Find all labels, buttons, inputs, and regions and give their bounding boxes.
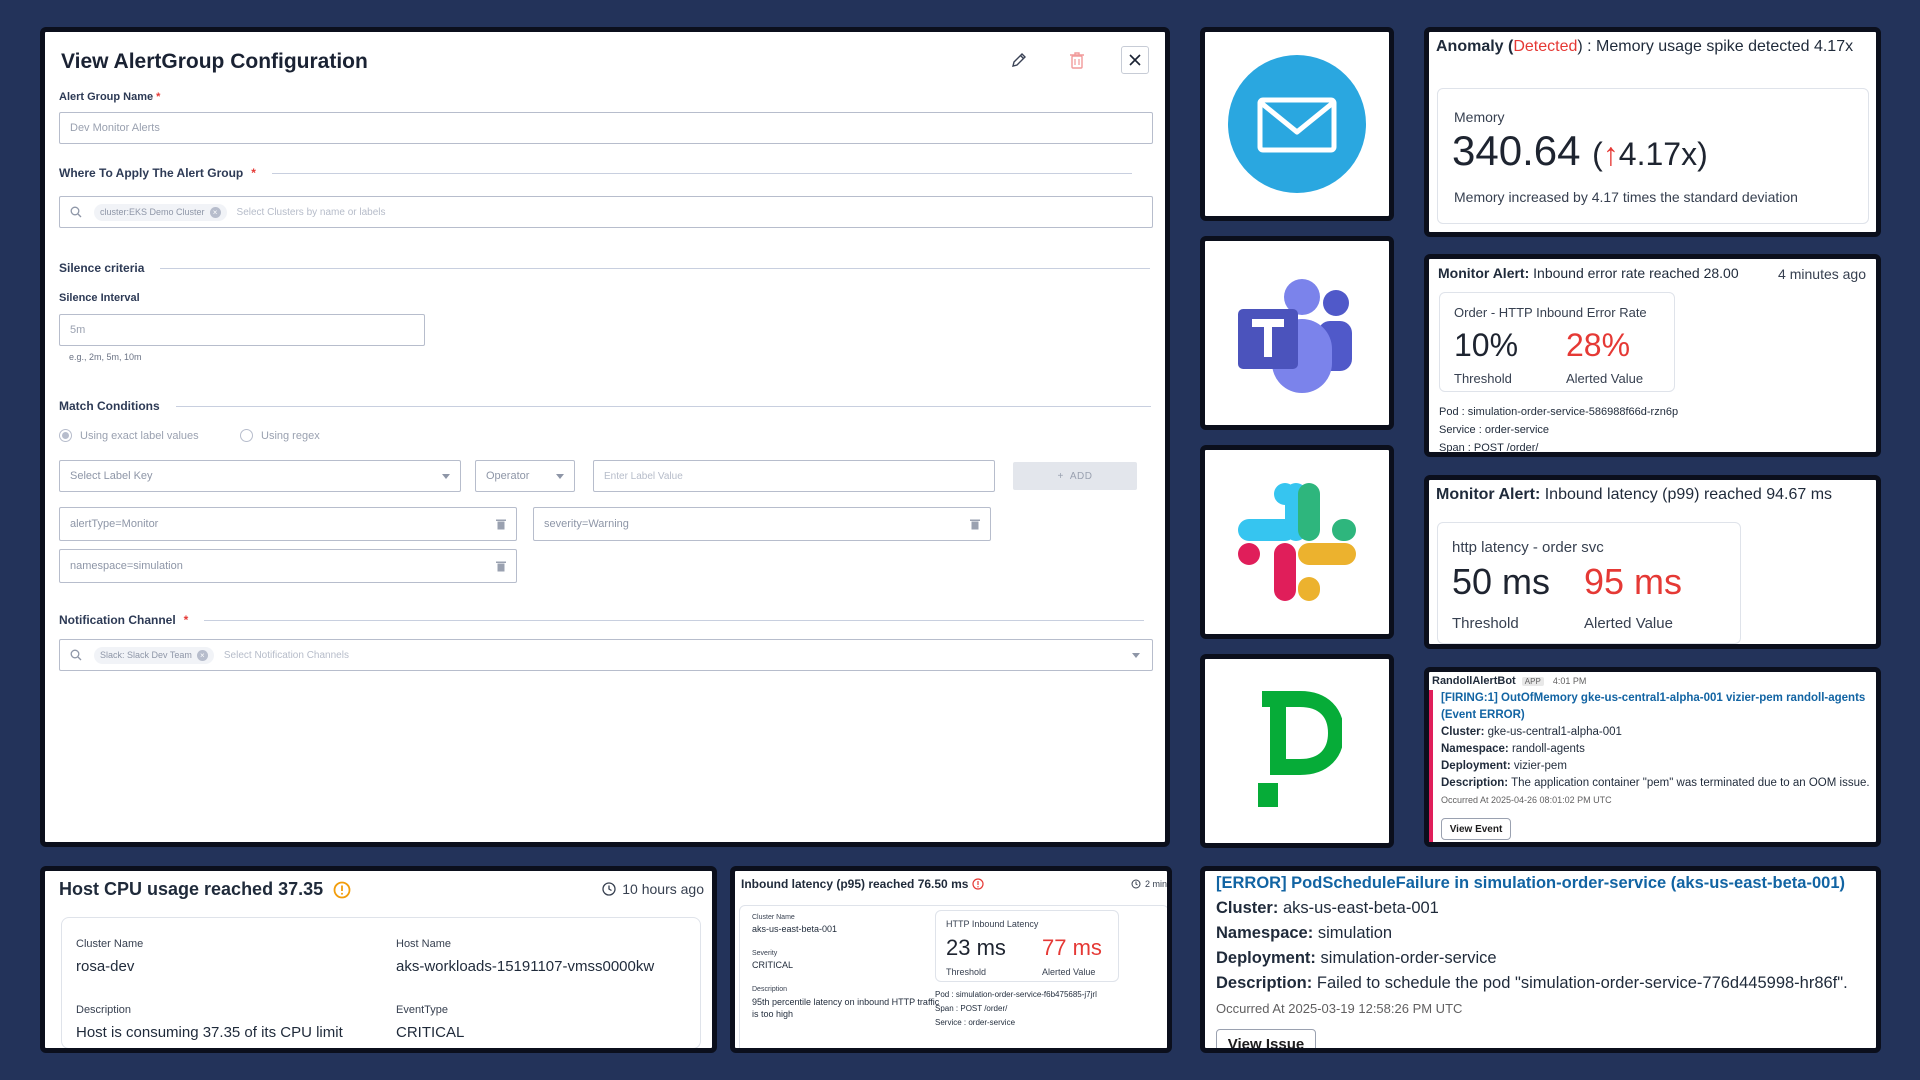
message-header: RandollAlertBot APP 4:01 PM (1432, 675, 1587, 687)
alertgroup-config-panel: View AlertGroup Configuration Alert Grou… (40, 27, 1170, 847)
cluster-chip[interactable]: cluster:EKS Demo Cluster × (94, 203, 227, 221)
anomaly-title: Anomaly (Detected) : Memory usage spike … (1436, 38, 1854, 55)
arrow-up-icon: ↑ (1602, 136, 1619, 172)
close-icon (1129, 54, 1141, 66)
condition-chip: alertType=Monitor (59, 507, 517, 541)
alert-title: Monitor Alert: Inbound latency (p99) rea… (1436, 486, 1833, 503)
latency95-details-box: Cluster Name aks-us-east-beta-001 Severi… (739, 905, 1167, 1048)
panel-actions (1005, 46, 1149, 74)
alert-title: Inbound latency (p95) reached 76.50 ms (741, 877, 985, 891)
alert-link[interactable]: [ERROR] PodScheduleFailure in simulation… (1216, 871, 1876, 896)
metric-description: Memory increased by 4.17 times the stand… (1454, 189, 1798, 205)
latency95-metric-box: HTTP Inbound Latency 23 ms 77 ms Thresho… (935, 910, 1119, 982)
metric-name: Memory (1454, 109, 1505, 125)
cluster-select[interactable]: cluster:EKS Demo Cluster × Select Cluster… (59, 196, 1153, 228)
alert-link[interactable]: [FIRING:1] OutOfMemory gke-us-central1-a… (1441, 690, 1876, 724)
email-icon (1228, 55, 1366, 193)
slack-icon (1238, 483, 1356, 601)
silence-interval-label: Silence Interval (59, 292, 140, 304)
alert-group-name-input[interactable]: Dev Monitor Alerts (59, 112, 1153, 144)
silence-hint: e.g., 2m, 5m, 10m (69, 352, 142, 362)
notification-channel-section: Notification Channel * (59, 613, 1145, 627)
chevron-down-icon (1132, 652, 1140, 658)
anomaly-metric-box: Memory 340.64 (↑4.17x) Memory increased … (1437, 88, 1869, 224)
latency-p95-alert-card: Inbound latency (p95) reached 76.50 ms 2… (730, 866, 1172, 1053)
trash-icon (496, 519, 506, 530)
metric-value: 340.64 (↑4.17x) (1452, 127, 1708, 174)
delete-icon[interactable] (1063, 46, 1091, 74)
label-key-select[interactable]: Select Label Key (59, 460, 461, 492)
cluster-placeholder: Select Clusters by name or labels (236, 206, 386, 218)
view-issue-button[interactable]: View Issue (1216, 1029, 1316, 1048)
threshold-value: 50 ms (1452, 561, 1551, 602)
pod-schedule-failure-card: [ERROR] PodScheduleFailure in simulation… (1200, 866, 1881, 1053)
error-rate-alert-card: Monitor Alert: Inbound error rate reache… (1424, 254, 1881, 457)
plus-icon: + (1057, 470, 1064, 482)
event-type: CRITICAL (396, 1024, 465, 1041)
search-icon (70, 649, 82, 661)
warning-icon (333, 881, 351, 898)
notification-channel-select[interactable]: Slack: Slack Dev Team × Select Notificati… (59, 639, 1153, 671)
service-info: Service : order-service (1439, 424, 1550, 436)
anomaly-card: Anomaly (Detected) : Memory usage spike … (1424, 27, 1881, 237)
trash-icon (496, 561, 506, 572)
where-to-apply-section: Where To Apply The Alert Group * (59, 166, 1132, 180)
slack-message-card: RandollAlertBot APP 4:01 PM [FIRING:1] O… (1424, 667, 1881, 847)
alerted-value: 28% (1566, 327, 1631, 363)
close-button[interactable] (1121, 46, 1149, 74)
alert-title: Monitor Alert: Inbound error rate reache… (1438, 265, 1739, 281)
email-logo-tile (1200, 27, 1394, 221)
operator-select[interactable]: Operator (475, 460, 575, 492)
silence-interval-input[interactable]: 5m (59, 314, 425, 346)
alert-time: 2 min (1131, 879, 1167, 889)
pod-info: Pod : simulation-order-service-586988f66… (1439, 406, 1679, 418)
cpu-details-box: Cluster Name rosa-dev Host Name aks-work… (61, 917, 701, 1048)
page-title: View AlertGroup Configuration (61, 50, 368, 73)
span-info: Span : POST /order/ (1439, 442, 1539, 454)
silence-section: Silence criteria (59, 261, 1151, 275)
slack-logo-tile (1200, 445, 1394, 639)
pagerduty-icon (1258, 691, 1342, 807)
cluster-name: rosa-dev (76, 958, 135, 975)
alert-group-name-label: Alert Group Name * (59, 91, 161, 103)
pagerduty-logo-tile (1200, 654, 1394, 848)
alert-time: 4 minutes ago (1778, 266, 1866, 282)
chip-remove-icon: × (196, 649, 208, 661)
clock-icon (602, 882, 616, 896)
condition-chip: namespace=simulation (59, 549, 517, 583)
teams-logo-tile (1200, 236, 1394, 430)
match-conditions-section: Match Conditions (59, 399, 1151, 413)
clock-icon (1131, 879, 1141, 889)
description: Host is consuming 37.35 of its CPU limit (76, 1024, 343, 1041)
edit-icon[interactable] (1005, 46, 1033, 74)
latency-p99-alert-card: Monitor Alert: Inbound latency (p99) rea… (1424, 475, 1881, 649)
alert-title: Host CPU usage reached 37.35 (59, 879, 351, 900)
label-value-input[interactable]: Enter Label Value (593, 460, 995, 492)
search-icon (70, 206, 82, 218)
latency-metric-box: http latency - order svc 50 ms 95 ms Thr… (1437, 522, 1741, 644)
alert-time: 10 hours ago (602, 881, 704, 897)
add-condition-button[interactable]: + ADD (1013, 462, 1137, 490)
alerted-value: 95 ms (1584, 561, 1683, 602)
warning-icon (972, 878, 985, 890)
chevron-down-icon (442, 473, 450, 479)
radio-exact-labels[interactable]: Using exact label values (59, 429, 199, 442)
trash-icon (970, 519, 980, 530)
error-rate-metric-box: Order - HTTP Inbound Error Rate 10% 28% … (1439, 292, 1675, 392)
host-cpu-alert-card: Host CPU usage reached 37.35 10 hours ag… (40, 866, 717, 1053)
threshold-value: 10% (1454, 327, 1519, 363)
condition-chip: severity=Warning (533, 507, 991, 541)
radio-regex[interactable]: Using regex (240, 429, 320, 442)
notification-chip[interactable]: Slack: Slack Dev Team × (94, 646, 214, 664)
chip-remove-icon: × (209, 206, 221, 218)
host-name: aks-workloads-15191107-vmss0000kw (396, 958, 655, 975)
teams-icon (1238, 279, 1352, 393)
chevron-down-icon (556, 473, 564, 479)
view-event-button[interactable]: View Event (1441, 818, 1511, 840)
